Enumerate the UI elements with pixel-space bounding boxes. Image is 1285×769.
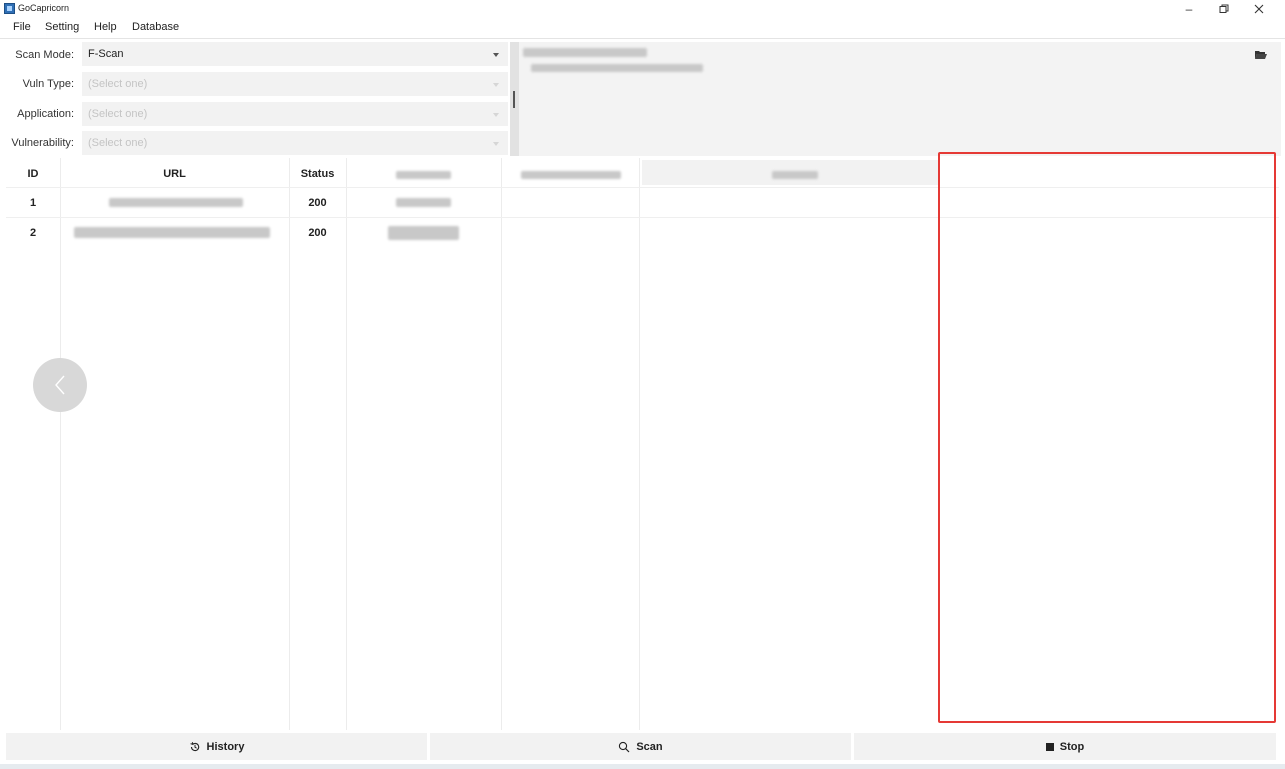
window-bottom-edge xyxy=(0,764,1285,769)
close-button[interactable] xyxy=(1242,0,1276,18)
vuln-type-select[interactable]: (Select one) xyxy=(82,72,508,96)
search-icon xyxy=(619,741,630,752)
menu-setting[interactable]: Setting xyxy=(45,21,79,33)
scan-mode-select[interactable]: F-Scan xyxy=(82,42,508,66)
stop-button-label: Stop xyxy=(1059,740,1085,753)
column-header-redacted[interactable] xyxy=(772,171,818,179)
table-row-1-redacted[interactable] xyxy=(396,198,451,207)
menu-database[interactable]: Database xyxy=(132,21,179,33)
redacted-text xyxy=(523,48,647,57)
app-icon xyxy=(4,3,15,14)
dropdown-arrow-icon xyxy=(493,83,499,87)
scan-mode-label: Scan Mode: xyxy=(15,49,74,61)
dropdown-arrow-icon xyxy=(493,113,499,117)
highlight-annotation-box xyxy=(938,152,1276,723)
folder-open-icon[interactable] xyxy=(1255,50,1267,60)
menu-file[interactable]: File xyxy=(13,21,31,33)
scan-button-label: Scan xyxy=(636,740,663,753)
dropdown-arrow-icon xyxy=(493,53,499,57)
splitter-handle[interactable] xyxy=(513,91,515,108)
stop-icon xyxy=(1045,742,1054,751)
application-placeholder: (Select one) xyxy=(88,108,148,120)
vulnerability-label: Vulnerability: xyxy=(11,137,74,149)
application-select[interactable]: (Select one) xyxy=(82,102,508,126)
column-header-url[interactable]: URL xyxy=(60,168,289,180)
table-row-2-status[interactable]: 200 xyxy=(289,227,346,239)
output-panel xyxy=(519,42,1281,156)
history-icon xyxy=(189,741,199,751)
vuln-type-label: Vuln Type: xyxy=(22,78,74,90)
column-divider xyxy=(60,158,61,730)
vulnerability-select[interactable]: (Select one) xyxy=(82,131,508,155)
table-row-1-status[interactable]: 200 xyxy=(289,197,346,209)
table-row-2-url[interactable] xyxy=(74,227,270,238)
back-button[interactable] xyxy=(33,358,87,412)
menu-bar: File Setting Help Database xyxy=(0,18,1285,39)
column-divider xyxy=(639,158,640,730)
chevron-left-icon xyxy=(55,375,65,395)
table-row-2-redacted[interactable] xyxy=(388,226,459,240)
dropdown-arrow-icon xyxy=(493,142,499,146)
redacted-text xyxy=(531,64,703,72)
history-button-label: History xyxy=(206,740,245,753)
column-header-redacted[interactable] xyxy=(396,171,451,179)
column-header-status[interactable]: Status xyxy=(289,168,346,180)
scan-button[interactable]: Scan xyxy=(430,733,851,760)
stop-button[interactable]: Stop xyxy=(854,733,1276,760)
table-row-2-id[interactable]: 2 xyxy=(6,227,60,239)
table-row-1-url[interactable] xyxy=(109,198,243,207)
title-bar: GoCapricorn – xyxy=(0,0,1285,18)
vuln-type-placeholder: (Select one) xyxy=(88,78,148,90)
menu-help[interactable]: Help xyxy=(94,21,117,33)
column-divider xyxy=(289,158,290,730)
history-button[interactable]: History xyxy=(6,733,427,760)
scan-mode-value: F-Scan xyxy=(88,48,124,60)
column-divider xyxy=(346,158,347,730)
column-header-id[interactable]: ID xyxy=(6,168,60,180)
window-title: GoCapricorn xyxy=(18,3,70,13)
column-header-redacted[interactable] xyxy=(521,171,621,179)
minimize-button[interactable]: – xyxy=(1172,0,1206,18)
restore-button[interactable] xyxy=(1207,0,1241,18)
vulnerability-placeholder: (Select one) xyxy=(88,137,148,149)
table-row-1-id[interactable]: 1 xyxy=(6,197,60,209)
application-label: Application: xyxy=(17,108,74,120)
column-divider xyxy=(501,158,502,730)
